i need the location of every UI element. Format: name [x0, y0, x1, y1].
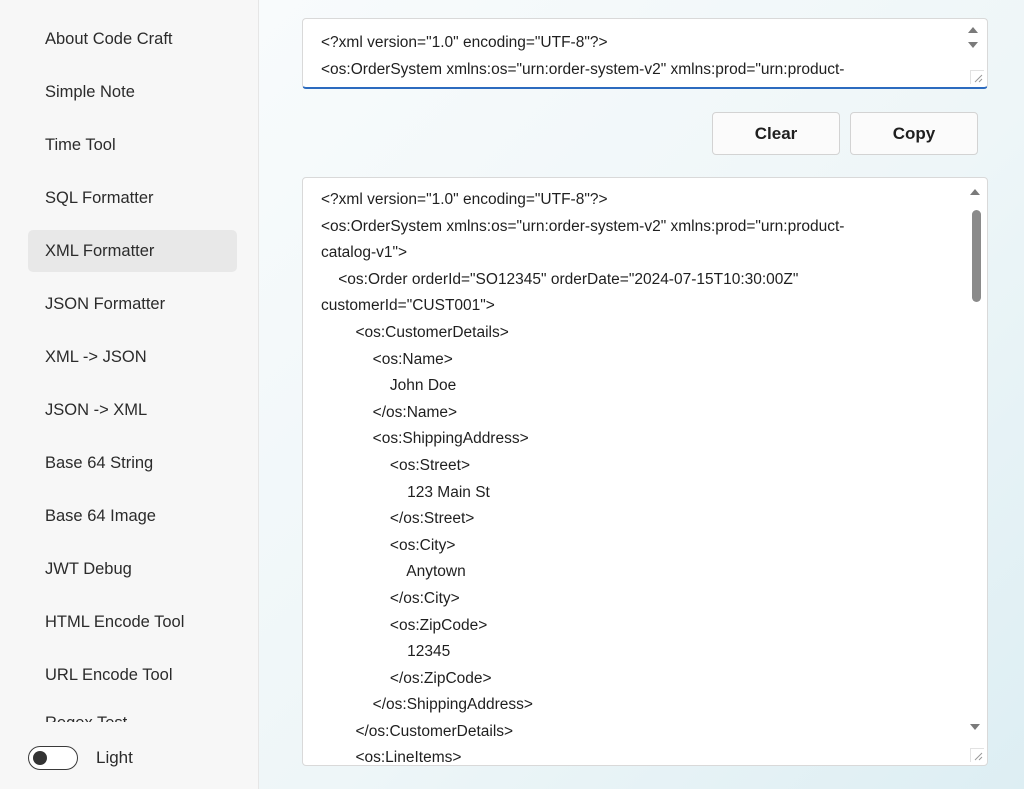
main-panel: <?xml version="1.0" encoding="UTF-8"?> <o… — [259, 0, 1024, 789]
sidebar-item-label: JSON -> XML — [45, 401, 148, 419]
sidebar-item-label: JSON Formatter — [45, 295, 166, 313]
xml-output-text[interactable]: <?xml version="1.0" encoding="UTF-8"?> <o… — [321, 187, 971, 766]
output-line: customerId="CUST001"> — [321, 297, 495, 315]
sidebar-item-label: URL Encode Tool — [45, 666, 173, 684]
xml-output[interactable]: <?xml version="1.0" encoding="UTF-8"?> <o… — [302, 177, 988, 766]
sidebar-item[interactable]: XML Formatter — [28, 230, 237, 272]
sidebar-item-label: Time Tool — [45, 136, 116, 154]
xml-input[interactable]: <?xml version="1.0" encoding="UTF-8"?> <o… — [302, 18, 988, 89]
toggle-knob — [33, 750, 47, 765]
sidebar-item[interactable]: JWT Debug — [28, 548, 237, 590]
output-line: </os:City> — [321, 589, 460, 607]
scroll-up-icon[interactable] — [969, 188, 981, 196]
scroll-down-icon[interactable] — [969, 723, 981, 731]
output-line: </os:ZipCode> — [321, 669, 492, 687]
sidebar-item-label: About Code Craft — [45, 30, 173, 48]
sidebar-item-label: XML -> JSON — [45, 348, 147, 366]
resize-grip-icon[interactable] — [970, 70, 984, 84]
xml-input-text[interactable]: <?xml version="1.0" encoding="UTF-8"?> <o… — [321, 29, 949, 87]
theme-toggle-label: Light — [96, 748, 133, 767]
output-line: <os:Street> — [321, 456, 471, 474]
sidebar-item[interactable]: Time Tool — [28, 124, 237, 166]
output-line: Anytown — [321, 563, 466, 581]
output-line: 12345 — [321, 643, 451, 661]
sidebar-item[interactable]: Simple Note — [28, 71, 237, 113]
output-line: <os:Order orderId="SO12345" orderDate="2… — [321, 270, 799, 288]
clear-button[interactable]: Clear — [712, 112, 840, 155]
copy-button[interactable]: Copy — [850, 112, 978, 155]
resize-grip-icon[interactable] — [970, 748, 984, 762]
input-line: catalog-v1"><os:Order orderId="SO12345" … — [321, 83, 949, 87]
sidebar-item-label: SQL Formatter — [45, 189, 154, 207]
sidebar-item[interactable]: About Code Craft — [28, 18, 237, 60]
sidebar: About Code Craft Simple Note Time Tool SQL … — [0, 0, 259, 789]
vertical-scrollbar-thumb[interactable] — [972, 210, 981, 302]
sidebar-item[interactable]: HTML Encode Tool — [28, 601, 237, 643]
scroll-up-icon[interactable] — [967, 26, 979, 34]
sidebar-item-label: HTML Encode Tool — [45, 613, 185, 631]
output-line: <os:Name> — [321, 350, 453, 368]
sidebar-item[interactable]: Base 64 String — [28, 442, 237, 484]
output-line: <os:ShippingAddress> — [321, 430, 529, 448]
input-line: <os:OrderSystem xmlns:os="urn:order-syst… — [321, 61, 845, 78]
sidebar-item-label: Simple Note — [45, 83, 135, 101]
output-line: <os:LineItems> — [321, 749, 462, 766]
output-line: John Doe — [321, 377, 457, 395]
sidebar-item[interactable]: XML -> JSON — [28, 336, 237, 378]
sidebar-item[interactable]: URL Encode Tool — [28, 654, 237, 696]
sidebar-item-label: Base 64 String — [45, 454, 154, 472]
sidebar-item-partial[interactable]: Regex Test — [45, 706, 195, 722]
output-line: </os:ShippingAddress> — [321, 696, 533, 714]
sidebar-item[interactable]: JSON Formatter — [28, 283, 237, 325]
theme-toggle[interactable] — [28, 746, 78, 770]
sidebar-item-label: XML Formatter — [45, 242, 155, 260]
output-line: <os:ZipCode> — [321, 616, 488, 634]
output-line: catalog-v1"> — [321, 244, 408, 262]
sidebar-item-label: JWT Debug — [45, 560, 132, 578]
sidebar-item-label: Base 64 Image — [45, 507, 156, 525]
theme-toggle-row: Light — [28, 743, 133, 773]
sidebar-item-label: Regex Test — [45, 714, 127, 722]
output-line: <?xml version="1.0" encoding="UTF-8"?> — [321, 191, 608, 208]
output-line: </os:Street> — [321, 510, 475, 528]
sidebar-item[interactable]: SQL Formatter — [28, 177, 237, 219]
output-line: </os:CustomerDetails> — [321, 722, 514, 740]
output-line: <os:CustomerDetails> — [321, 323, 509, 341]
output-line: <os:OrderSystem xmlns:os="urn:order-syst… — [321, 217, 845, 235]
scroll-down-icon[interactable] — [967, 41, 979, 49]
sidebar-item[interactable]: Base 64 Image — [28, 495, 237, 537]
output-line: </os:Name> — [321, 403, 458, 421]
sidebar-item[interactable]: JSON -> XML — [28, 389, 237, 431]
input-line: <?xml version="1.0" encoding="UTF-8"?> — [321, 34, 608, 51]
output-line: 123 Main St — [321, 483, 490, 501]
output-line: <os:City> — [321, 536, 456, 554]
